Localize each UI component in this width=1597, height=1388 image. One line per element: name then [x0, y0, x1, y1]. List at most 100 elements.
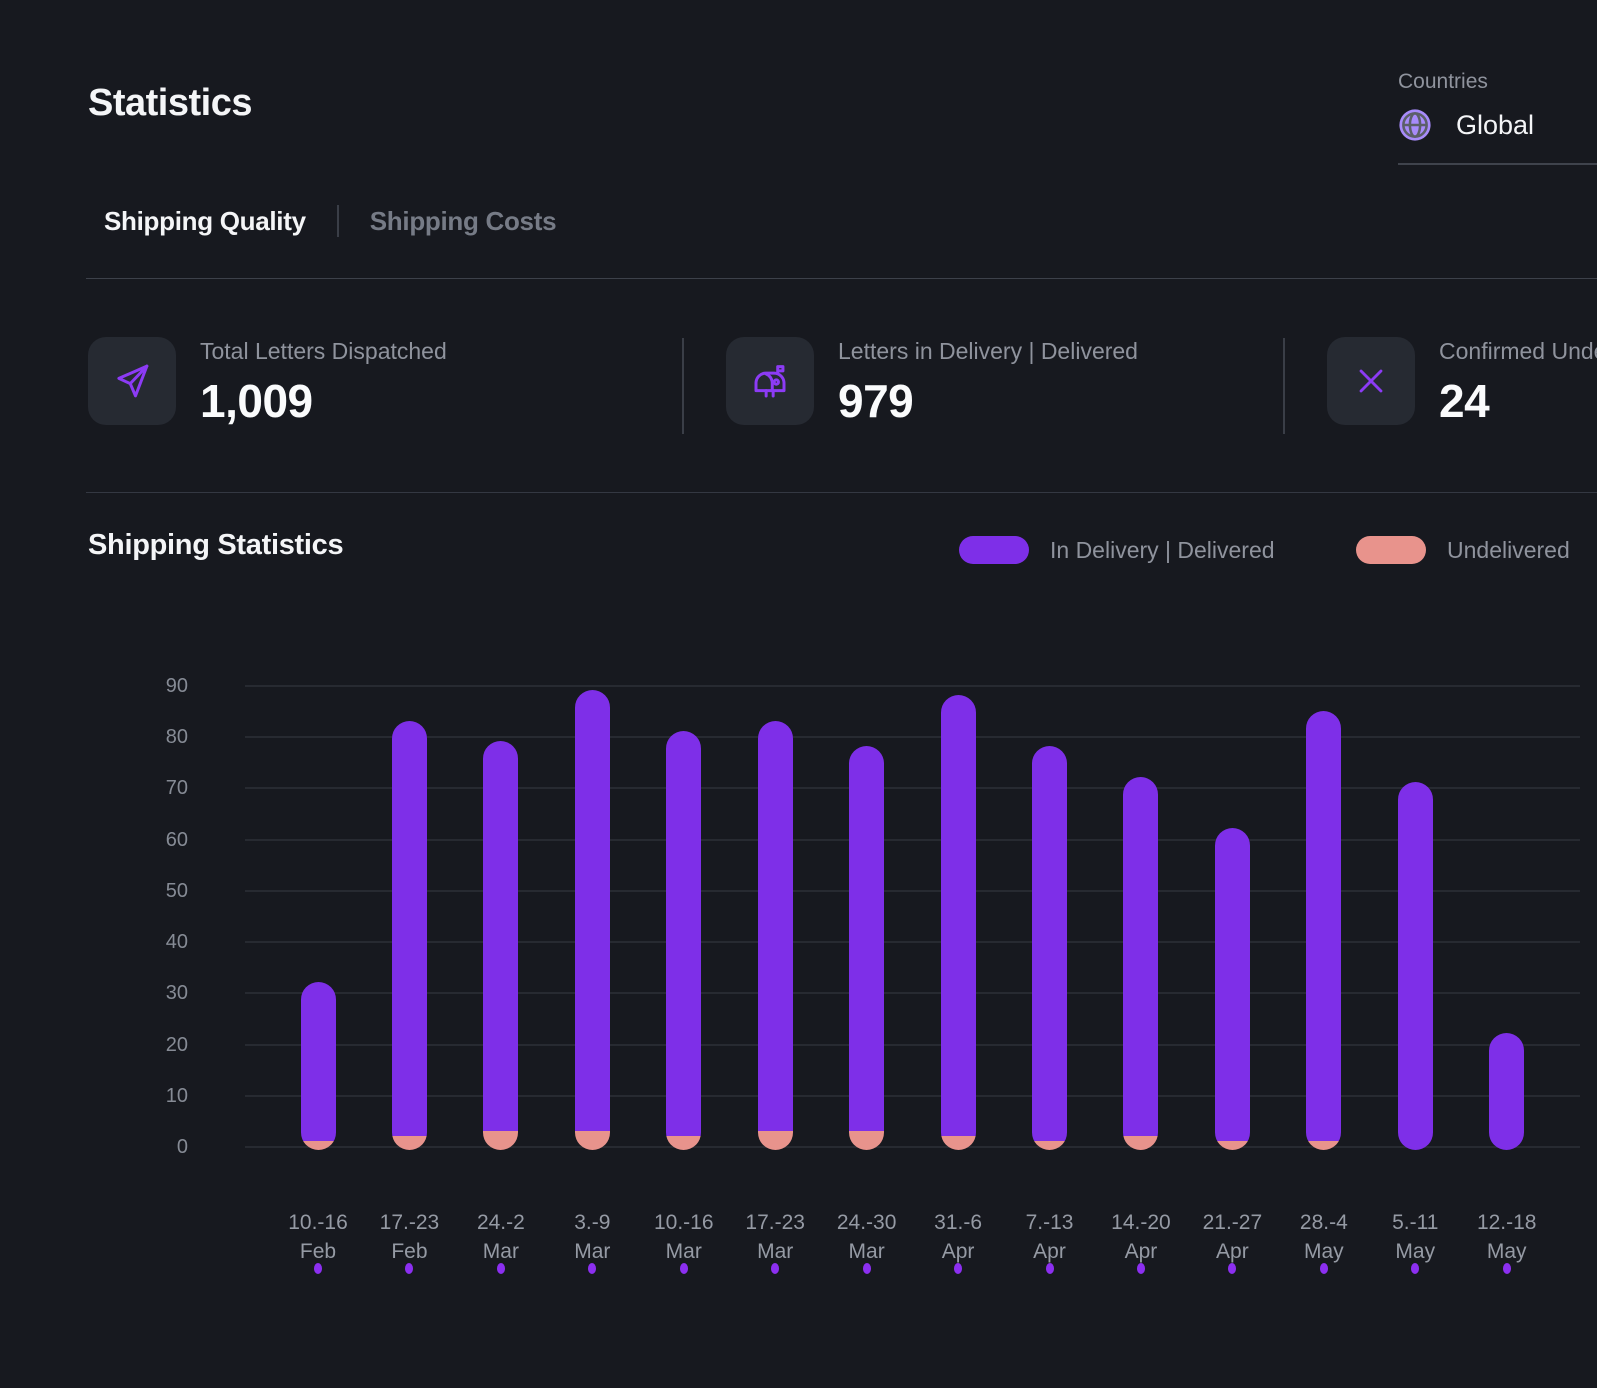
bar-24.-2-Mar[interactable] — [483, 741, 519, 1150]
week-dot — [588, 1263, 597, 1274]
countries-label: Countries — [1398, 70, 1488, 93]
x-axis-label: 21.-27 Apr — [1202, 1211, 1263, 1263]
x-icon — [1327, 337, 1415, 425]
week-dot — [862, 1263, 871, 1274]
gridline — [245, 838, 1580, 841]
divider-below-cards — [86, 492, 1597, 493]
legend-label: In Delivery | Delivered — [1050, 536, 1275, 563]
gridline — [245, 889, 1580, 892]
bar-5.-11-May[interactable] — [1397, 782, 1433, 1150]
bar-17.-23-Feb[interactable] — [391, 720, 427, 1150]
bar-delivered-segment — [483, 741, 519, 1131]
statistics-page: Statistics Countries Global Shipping Qua… — [0, 0, 1597, 1388]
stat-value: 979 — [838, 375, 914, 427]
stat-card-undelivered: Confirmed Undelivered 24 — [1327, 337, 1597, 428]
bar-undelivered-segment — [300, 1140, 336, 1150]
y-axis-tick-label: 0 — [176, 1135, 188, 1158]
x-axis-label: 10.-16 Feb — [288, 1211, 348, 1263]
week-dot — [405, 1263, 414, 1274]
bar-delivered-segment — [1489, 1033, 1525, 1150]
bar-delivered-segment — [300, 982, 336, 1141]
tab-separator — [336, 205, 339, 237]
stat-card-dispatched: Total Letters Dispatched 1,009 — [88, 337, 447, 428]
stat-value: 24 — [1439, 375, 1490, 427]
y-axis-tick-label: 30 — [165, 982, 188, 1005]
bar-delivered-segment — [849, 746, 885, 1131]
bar-10.-16-Mar[interactable] — [666, 731, 702, 1150]
card-separator — [682, 338, 684, 434]
stat-label: Letters in Delivery | Delivered — [838, 338, 1138, 364]
bar-10.-16-Feb[interactable] — [300, 982, 336, 1150]
x-axis-label: 10.-16 Mar — [653, 1211, 714, 1263]
week-dot — [771, 1263, 780, 1274]
legend-item-undelivered[interactable]: Undelivered — [1356, 536, 1570, 564]
y-axis-tick-label: 70 — [165, 777, 188, 800]
bar-delivered-segment — [574, 690, 610, 1131]
x-axis-label: 14.-20 Apr — [1111, 1211, 1171, 1263]
x-axis-label: 24.-30 Mar — [836, 1211, 897, 1263]
x-axis-label: 17.-23 Mar — [745, 1211, 805, 1263]
week-dot — [1228, 1263, 1237, 1274]
y-axis-tick-label: 80 — [165, 726, 188, 749]
stat-label: Total Letters Dispatched — [200, 338, 447, 364]
bar-delivered-segment — [1397, 782, 1433, 1150]
bar-7.-13-Apr[interactable] — [1032, 746, 1068, 1150]
week-dot — [496, 1263, 505, 1274]
bar-28.-4-May[interactable] — [1306, 710, 1342, 1150]
x-axis-label: 7.-13 Apr — [1025, 1211, 1074, 1263]
bar-12.-18-May[interactable] — [1489, 1033, 1525, 1150]
week-dot — [679, 1263, 688, 1274]
bar-24.-30-Mar[interactable] — [849, 746, 885, 1150]
week-dot — [1045, 1263, 1054, 1274]
shipping-statistics-chart: 0 10 20 30 40 50 60 70 80 90 10.-16 Feb 17.-23 Feb 24.… — [0, 640, 1597, 1340]
y-axis-tick-label: 10 — [165, 1084, 188, 1107]
bar-delivered-segment — [757, 720, 793, 1131]
chart-section-title: Shipping Statistics — [88, 529, 344, 561]
stat-value: 1,009 — [200, 375, 313, 427]
tab-shipping-quality[interactable]: Shipping Quality — [104, 206, 306, 237]
legend-swatch-undelivered — [1356, 536, 1426, 564]
legend-swatch-delivered — [959, 536, 1029, 564]
week-dot — [314, 1263, 322, 1274]
y-axis-tick-label: 50 — [165, 879, 188, 902]
bar-delivered-segment — [940, 695, 976, 1136]
bar-31.-6-Apr[interactable] — [940, 695, 976, 1150]
gridline — [245, 736, 1580, 739]
gridline — [245, 685, 1580, 687]
gridline — [245, 941, 1580, 944]
gridline — [245, 787, 1580, 790]
bar-3.-9-Mar[interactable] — [574, 690, 610, 1150]
stat-label: Confirmed Undelivered — [1439, 338, 1597, 364]
page-title: Statistics — [88, 82, 252, 124]
bar-delivered-segment — [1123, 777, 1159, 1136]
y-axis-tick-label: 20 — [165, 1033, 188, 1056]
gridline — [245, 1043, 1580, 1046]
tab-shipping-costs[interactable]: Shipping Costs — [370, 206, 557, 237]
bar-delivered-segment — [391, 720, 427, 1136]
week-dot — [1411, 1263, 1420, 1274]
countries-select[interactable]: Countries Global — [1398, 70, 1597, 144]
x-axis-label: 12.-18 May — [1476, 1211, 1537, 1263]
week-dot — [1502, 1263, 1511, 1274]
bar-delivered-segment — [666, 731, 702, 1136]
bar-delivered-segment — [1214, 828, 1250, 1141]
bar-14.-20-Apr[interactable] — [1123, 777, 1159, 1150]
x-axis-label: 3.-9 Mar — [574, 1211, 611, 1263]
y-axis-tick-label: 90 — [165, 675, 188, 697]
card-separator — [1283, 338, 1285, 434]
bar-21.-27-Apr[interactable] — [1214, 828, 1250, 1150]
bar-delivered-segment — [1306, 710, 1342, 1141]
globe-icon — [1398, 108, 1432, 142]
x-axis-label: 31.-6 Apr — [934, 1211, 983, 1263]
bar-17.-23-Mar[interactable] — [757, 720, 793, 1150]
gridline — [245, 1145, 1580, 1148]
week-dot — [1136, 1263, 1145, 1274]
x-axis-label: 17.-23 Feb — [379, 1211, 440, 1263]
y-axis-tick-label: 40 — [165, 931, 188, 954]
legend-item-delivered[interactable]: In Delivery | Delivered — [959, 536, 1275, 564]
tab-bar: Shipping Quality Shipping Costs — [104, 205, 557, 237]
gridline — [245, 1094, 1580, 1097]
y-axis-tick-label: 60 — [165, 828, 188, 851]
gridline — [245, 992, 1580, 995]
x-axis-label: 5.-11 May — [1392, 1211, 1439, 1263]
